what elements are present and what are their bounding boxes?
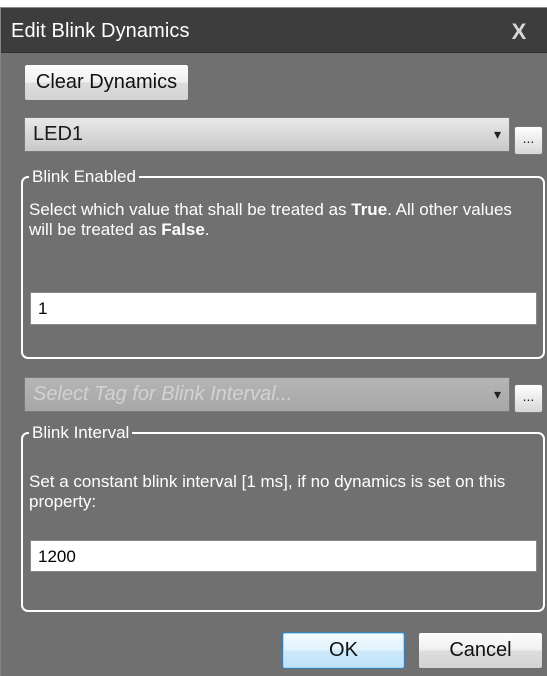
desc-text-3: . [204, 220, 210, 239]
blink-interval-input[interactable]: 1200 [30, 540, 537, 572]
blink-interval-description: Set a constant blink interval [1 ms], if… [29, 472, 506, 511]
browse-tag-button[interactable]: ... [514, 126, 543, 155]
clear-dynamics-label: Clear Dynamics [35, 71, 178, 93]
ok-label: OK [329, 639, 358, 661]
ok-button[interactable]: OK [282, 632, 405, 669]
blink-interval-legend: Blink Interval [29, 422, 133, 444]
cancel-button[interactable]: Cancel [418, 632, 543, 669]
blink-enabled-group: Blink Enabled Select which value that sh… [21, 166, 545, 359]
chevron-down-icon: ▾ [493, 126, 501, 142]
clear-dynamics-button[interactable]: Clear Dynamics [24, 64, 189, 101]
edit-blink-dynamics-dialog: Edit Blink Dynamics X Clear Dynamics LED… [0, 7, 547, 676]
close-button[interactable]: X [504, 18, 534, 46]
blink-enabled-description: Select which value that shall be treated… [29, 200, 529, 240]
cancel-label: Cancel [449, 639, 512, 661]
false-word: False [161, 220, 205, 239]
window-title: Edit Blink Dynamics [11, 20, 190, 42]
blink-interval-tag-combo[interactable]: Select Tag for Blink Interval... ▾ [24, 377, 510, 412]
chevron-down-icon: ▾ [493, 386, 501, 402]
true-word: True [351, 200, 388, 219]
blink-enabled-tag-value: LED1 [33, 123, 84, 145]
browse-interval-tag-button[interactable]: ... [514, 384, 543, 413]
true-value-input[interactable]: 1 [30, 292, 537, 325]
blink-interval-tag-placeholder: Select Tag for Blink Interval... [33, 383, 293, 405]
blink-interval-group: Blink Interval Set a constant blink inte… [21, 422, 545, 612]
blink-enabled-legend: Blink Enabled [29, 166, 139, 188]
blink-enabled-tag-combo[interactable]: LED1 ▾ [24, 117, 510, 152]
desc-text-1: Select which value that shall be treated… [29, 200, 352, 219]
title-bar: Edit Blink Dynamics X [1, 8, 547, 53]
